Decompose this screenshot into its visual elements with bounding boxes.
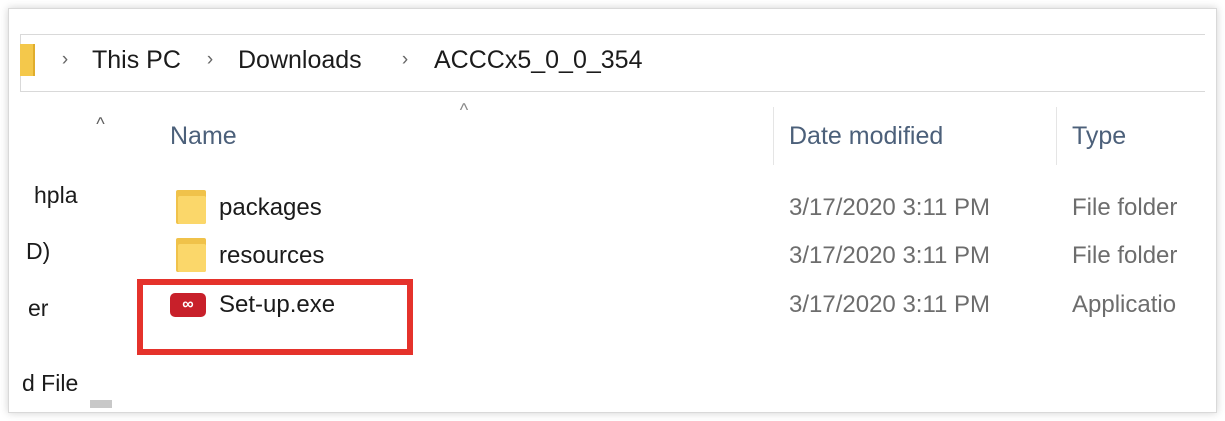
file-date-modified: 3/17/2020 3:11 PM <box>789 242 991 269</box>
breadcrumb-downloads[interactable]: Downloads <box>238 44 362 76</box>
file-type: Applicatio <box>1072 291 1177 318</box>
nav-item[interactable]: er <box>28 295 48 322</box>
file-date-modified: 3/17/2020 3:11 PM <box>789 194 991 221</box>
breadcrumb-separator-icon[interactable]: › <box>56 46 74 74</box>
breadcrumb-current-folder[interactable]: ACCCx5_0_0_354 <box>434 44 642 76</box>
nav-scrollbar[interactable]: ^ <box>84 100 117 408</box>
breadcrumb-this-pc[interactable]: This PC <box>92 44 181 76</box>
column-header-type[interactable]: Type <box>1072 118 1126 154</box>
column-header-name[interactable]: Name <box>170 118 237 154</box>
file-name[interactable]: packages <box>219 191 322 225</box>
file-type: File folder <box>1072 194 1178 221</box>
breadcrumb-separator-icon[interactable]: › <box>201 46 219 74</box>
folder-icon <box>20 44 35 76</box>
folder-icon <box>176 238 206 272</box>
nav-item[interactable]: d File <box>22 370 78 397</box>
breadcrumb-separator-icon[interactable]: › <box>396 46 414 74</box>
column-header-date-modified[interactable]: Date modified <box>789 118 943 154</box>
nav-item[interactable]: D) <box>26 238 50 265</box>
file-type: File folder <box>1072 242 1178 269</box>
sort-ascending-icon: ^ <box>459 100 469 120</box>
column-divider[interactable] <box>773 107 774 165</box>
column-divider[interactable] <box>1056 107 1057 165</box>
nav-item[interactable]: hpla <box>34 182 77 209</box>
highlight-annotation-box <box>137 279 413 355</box>
scrollbar-thumb[interactable] <box>90 400 112 408</box>
file-date-modified: 3/17/2020 3:11 PM <box>789 291 991 318</box>
file-name[interactable]: resources <box>219 239 324 273</box>
scroll-up-arrow-icon[interactable]: ^ <box>84 112 117 136</box>
folder-icon <box>176 190 206 224</box>
